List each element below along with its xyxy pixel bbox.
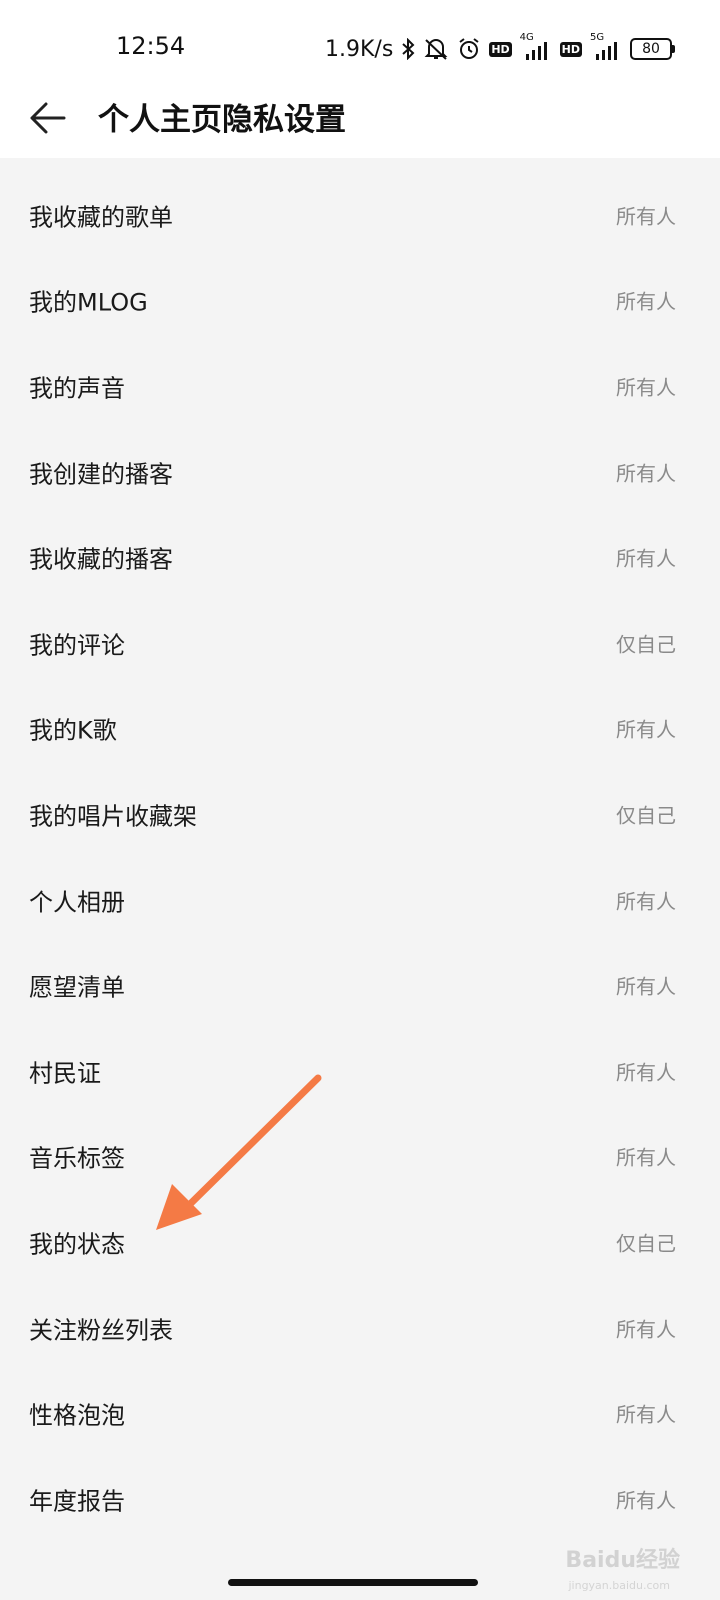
setting-row[interactable]: 我的评论 仅自己 xyxy=(0,600,720,686)
setting-label: 我的MLOG xyxy=(29,288,148,317)
setting-row[interactable]: 村民证 所有人 xyxy=(0,1028,720,1114)
setting-row[interactable]: 我的K歌 所有人 xyxy=(0,686,720,772)
setting-row[interactable]: 我的状态 仅自己 xyxy=(0,1199,720,1285)
setting-row[interactable]: 我收藏的播客 所有人 xyxy=(0,514,720,600)
alarm-icon xyxy=(457,37,481,61)
arrow-left-icon xyxy=(30,102,66,134)
hd-badge: HD xyxy=(559,41,582,57)
setting-value: 所有人 xyxy=(616,204,676,229)
setting-row[interactable]: 我创建的播客 所有人 xyxy=(0,429,720,515)
setting-value: 所有人 xyxy=(616,1145,676,1170)
annotation-arrow xyxy=(156,1074,322,1230)
signal-5g-icon: 5G xyxy=(590,32,622,62)
mute-bell-icon xyxy=(423,37,449,61)
setting-label: 我收藏的播客 xyxy=(29,545,173,574)
status-bar: 12:54 1.9K/s HD 4G HD 5G 80 xyxy=(0,0,720,90)
setting-value: 所有人 xyxy=(616,1488,676,1513)
bluetooth-icon xyxy=(401,38,415,60)
setting-value: 所有人 xyxy=(616,974,676,999)
setting-value: 所有人 xyxy=(616,546,676,571)
setting-value: 所有人 xyxy=(616,717,676,742)
setting-value: 所有人 xyxy=(616,889,676,914)
setting-value: 所有人 xyxy=(616,461,676,486)
setting-label: 我的评论 xyxy=(29,631,125,660)
setting-row[interactable]: 我的声音 所有人 xyxy=(0,343,720,429)
setting-label: 性格泡泡 xyxy=(29,1401,125,1430)
setting-row[interactable]: 我收藏的歌单 所有人 xyxy=(0,172,720,258)
status-icons: 1.9K/s HD 4G HD 5G 80 xyxy=(325,32,675,66)
back-button[interactable] xyxy=(26,96,70,140)
setting-value: 仅自己 xyxy=(616,632,676,657)
setting-value: 所有人 xyxy=(616,289,676,314)
battery-icon: 80 xyxy=(630,38,675,60)
setting-label: 个人相册 xyxy=(29,888,125,917)
home-indicator[interactable] xyxy=(228,1579,478,1586)
setting-row[interactable]: 关注粉丝列表 所有人 xyxy=(0,1285,720,1371)
setting-value: 所有人 xyxy=(616,1402,676,1427)
setting-label: 我收藏的歌单 xyxy=(29,203,173,232)
setting-row[interactable]: 个人相册 所有人 xyxy=(0,857,720,943)
setting-label: 我的状态 xyxy=(29,1230,125,1259)
setting-value: 仅自己 xyxy=(616,803,676,828)
setting-label: 愿望清单 xyxy=(29,973,125,1002)
page-title: 个人主页隐私设置 xyxy=(98,102,346,138)
setting-row[interactable]: 我的MLOG 所有人 xyxy=(0,258,720,344)
setting-value: 所有人 xyxy=(616,1060,676,1085)
setting-label: 我创建的播客 xyxy=(29,460,173,489)
setting-value: 仅自己 xyxy=(616,1231,676,1256)
setting-row[interactable]: 我的唱片收藏架 仅自己 xyxy=(0,771,720,857)
setting-label: 年度报告 xyxy=(29,1487,125,1516)
setting-label: 我的声音 xyxy=(29,374,125,403)
setting-value: 所有人 xyxy=(616,375,676,400)
watermark-url: jingyan.baidu.com xyxy=(568,1579,670,1592)
privacy-settings-list: 我收藏的歌单 所有人 我的MLOG 所有人 我的声音 所有人 我创建的播客 所有… xyxy=(0,158,720,1542)
setting-label: 我的唱片收藏架 xyxy=(29,802,197,831)
watermark-logo: Baidu经验 xyxy=(565,1548,680,1573)
app-header: 个人主页隐私设置 xyxy=(0,90,720,158)
setting-row[interactable]: 性格泡泡 所有人 xyxy=(0,1370,720,1456)
setting-value: 所有人 xyxy=(616,1317,676,1342)
setting-label: 村民证 xyxy=(29,1059,101,1088)
setting-label: 音乐标签 xyxy=(29,1144,125,1173)
network-speed: 1.9K/s xyxy=(325,36,394,62)
setting-row[interactable]: 年度报告 所有人 xyxy=(0,1456,720,1542)
setting-row[interactable]: 音乐标签 所有人 xyxy=(0,1114,720,1200)
status-time: 12:54 xyxy=(116,32,186,60)
setting-row[interactable]: 愿望清单 所有人 xyxy=(0,942,720,1028)
signal-4g-icon: 4G xyxy=(520,32,552,62)
setting-label: 我的K歌 xyxy=(29,716,117,745)
hd-badge: HD xyxy=(489,41,512,57)
setting-label: 关注粉丝列表 xyxy=(29,1316,173,1345)
